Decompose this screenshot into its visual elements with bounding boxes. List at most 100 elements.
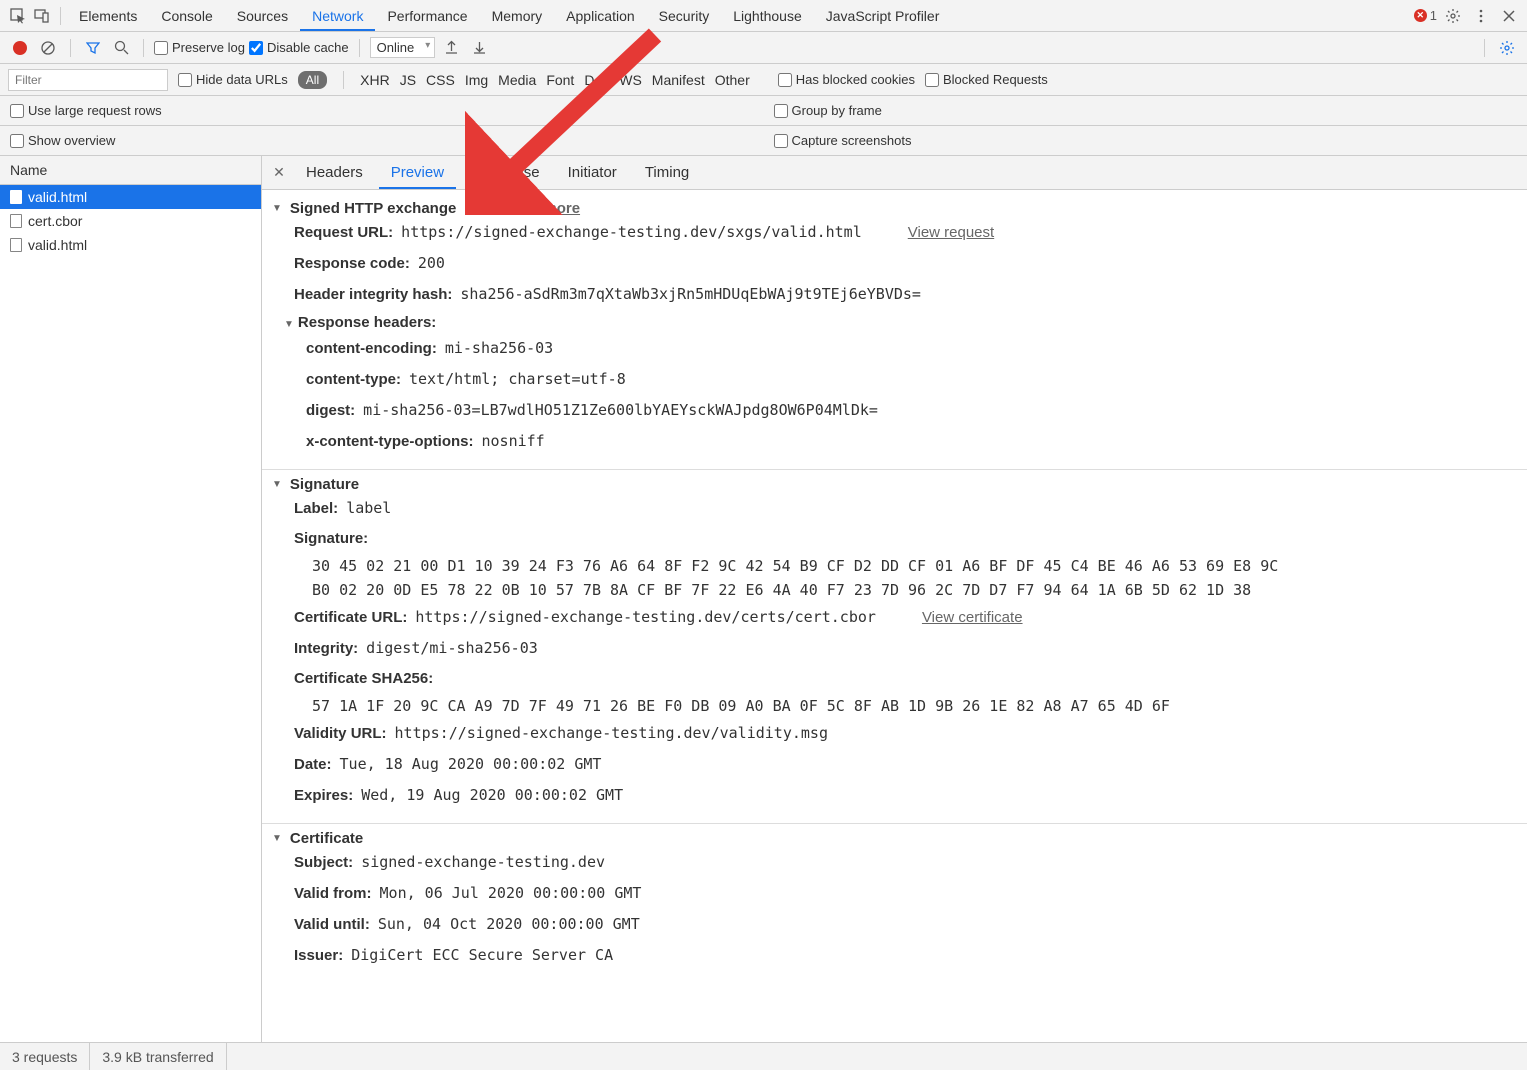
view-certificate-link[interactable]: View certificate — [922, 606, 1023, 630]
options-row-2: Show overview Capture screenshots — [0, 126, 1527, 156]
filter-doc[interactable]: Doc — [584, 72, 609, 88]
sxg-title[interactable]: Signed HTTP exchange Learn more — [272, 200, 1517, 217]
signature-title[interactable]: Signature — [272, 476, 1517, 493]
tab-security[interactable]: Security — [647, 1, 722, 31]
header-key: content-encoding: — [306, 337, 437, 361]
sxg-section: Signed HTTP exchange Learn more Request … — [262, 194, 1527, 470]
tab-lighthouse[interactable]: Lighthouse — [721, 1, 814, 31]
tab-elements[interactable]: Elements — [67, 1, 149, 31]
filter-all[interactable]: All — [298, 71, 327, 89]
separator — [343, 71, 344, 89]
document-icon — [10, 214, 22, 228]
filter-input[interactable] — [8, 69, 168, 91]
validity-url-key: Validity URL: — [294, 722, 387, 746]
view-request-link[interactable]: View request — [908, 221, 994, 245]
header-value: nosniff — [481, 429, 544, 453]
request-list-header[interactable]: Name — [0, 156, 261, 185]
header-key: digest: — [306, 399, 355, 423]
download-icon[interactable] — [467, 36, 491, 60]
subject-key: Subject: — [294, 851, 353, 875]
signature-hex: B0 02 20 0D E5 78 22 0B 10 57 7B 8A CF B… — [272, 578, 1517, 602]
filter-icon[interactable] — [81, 36, 105, 60]
certificate-title[interactable]: Certificate — [272, 830, 1517, 847]
integrity-value: digest/mi-sha256-03 — [366, 636, 538, 660]
record-button[interactable] — [8, 36, 32, 60]
cert-sha-key: Certificate SHA256: — [294, 667, 433, 691]
request-row[interactable]: valid.html — [0, 185, 261, 209]
hide-data-urls-label: Hide data URLs — [196, 72, 288, 87]
dtab-preview[interactable]: Preview — [379, 156, 456, 189]
tab-memory[interactable]: Memory — [480, 1, 555, 31]
dtab-headers[interactable]: Headers — [294, 156, 375, 189]
settings-icon[interactable] — [1441, 4, 1465, 28]
filter-js[interactable]: JS — [400, 72, 416, 88]
certificate-section: Certificate Subject:signed-exchange-test… — [262, 824, 1527, 983]
blocked-requests-label: Blocked Requests — [943, 72, 1048, 87]
header-integrity-value: sha256-aSdRm3m7qXtaWb3xjRn5mHDUqEbWAj9t9… — [460, 282, 921, 306]
expires-value: Wed, 19 Aug 2020 00:00:02 GMT — [361, 783, 623, 807]
disable-cache-checkbox[interactable]: Disable cache — [249, 40, 349, 55]
integrity-key: Integrity: — [294, 637, 358, 661]
signature-key: Signature: — [294, 527, 368, 551]
filter-font[interactable]: Font — [546, 72, 574, 88]
filter-xhr[interactable]: XHR — [360, 72, 390, 88]
request-row[interactable]: cert.cbor — [0, 209, 261, 233]
upload-icon[interactable] — [439, 36, 463, 60]
status-requests: 3 requests — [0, 1043, 90, 1070]
valid-until-value: Sun, 04 Oct 2020 00:00:00 GMT — [378, 912, 640, 936]
response-headers-title[interactable]: Response headers: — [272, 310, 1517, 333]
devtools-topbar: Elements Console Sources Network Perform… — [0, 0, 1527, 32]
sxg-title-text: Signed HTTP exchange — [290, 200, 456, 217]
clear-button[interactable] — [36, 36, 60, 60]
preview-body: Signed HTTP exchange Learn more Request … — [262, 190, 1527, 1042]
filter-other[interactable]: Other — [715, 72, 750, 88]
label-value: label — [346, 496, 391, 520]
show-overview-checkbox[interactable]: Show overview — [10, 133, 115, 148]
tab-performance[interactable]: Performance — [375, 1, 479, 31]
tab-console[interactable]: Console — [149, 1, 224, 31]
detail-tabs: ✕ Headers Preview Response Initiator Tim… — [262, 156, 1527, 190]
request-url-key: Request URL: — [294, 221, 393, 245]
search-icon[interactable] — [109, 36, 133, 60]
valid-from-key: Valid from: — [294, 882, 372, 906]
has-blocked-cookies-checkbox[interactable]: Has blocked cookies — [778, 72, 915, 87]
blocked-requests-checkbox[interactable]: Blocked Requests — [925, 72, 1048, 87]
dtab-response[interactable]: Response — [460, 156, 552, 189]
tab-jsprofiler[interactable]: JavaScript Profiler — [814, 1, 952, 31]
request-row[interactable]: valid.html — [0, 233, 261, 257]
large-rows-checkbox[interactable]: Use large request rows — [10, 103, 162, 118]
network-settings-icon[interactable] — [1495, 36, 1519, 60]
valid-from-value: Mon, 06 Jul 2020 00:00:00 GMT — [380, 881, 642, 905]
preserve-log-checkbox[interactable]: Preserve log — [154, 40, 245, 55]
header-value: mi-sha256-03=LB7wdlHO51Z1Ze600lbYAEYsckW… — [363, 398, 878, 422]
header-value: mi-sha256-03 — [445, 336, 553, 360]
close-icon[interactable] — [1497, 4, 1521, 28]
separator — [60, 7, 61, 25]
label-key: Label: — [294, 497, 338, 521]
filter-img[interactable]: Img — [465, 72, 488, 88]
filter-media[interactable]: Media — [498, 72, 536, 88]
error-count[interactable]: ✕ 1 — [1414, 8, 1437, 23]
filter-css[interactable]: CSS — [426, 72, 455, 88]
hide-data-urls-checkbox[interactable]: Hide data URLs — [178, 72, 288, 87]
learn-more-link[interactable]: Learn more — [498, 200, 580, 217]
dtab-timing[interactable]: Timing — [633, 156, 701, 189]
tab-application[interactable]: Application — [554, 1, 647, 31]
date-key: Date: — [294, 753, 332, 777]
more-icon[interactable] — [1469, 4, 1493, 28]
throttling-select[interactable]: Online — [370, 37, 436, 58]
document-icon — [10, 238, 22, 252]
device-toggle-icon[interactable] — [30, 4, 54, 28]
issuer-value: DigiCert ECC Secure Server CA — [351, 943, 613, 967]
inspect-icon[interactable] — [6, 4, 30, 28]
group-frame-checkbox[interactable]: Group by frame — [774, 103, 882, 118]
dtab-initiator[interactable]: Initiator — [556, 156, 629, 189]
tab-network[interactable]: Network — [300, 1, 375, 31]
close-detail-icon[interactable]: ✕ — [268, 164, 290, 181]
filter-manifest[interactable]: Manifest — [652, 72, 705, 88]
status-transferred: 3.9 kB transferred — [90, 1043, 226, 1070]
filter-ws[interactable]: WS — [619, 72, 642, 88]
cert-sha-hex: 57 1A 1F 20 9C CA A9 7D 7F 49 71 26 BE F… — [272, 694, 1517, 718]
capture-screenshots-checkbox[interactable]: Capture screenshots — [774, 133, 912, 148]
tab-sources[interactable]: Sources — [225, 1, 300, 31]
